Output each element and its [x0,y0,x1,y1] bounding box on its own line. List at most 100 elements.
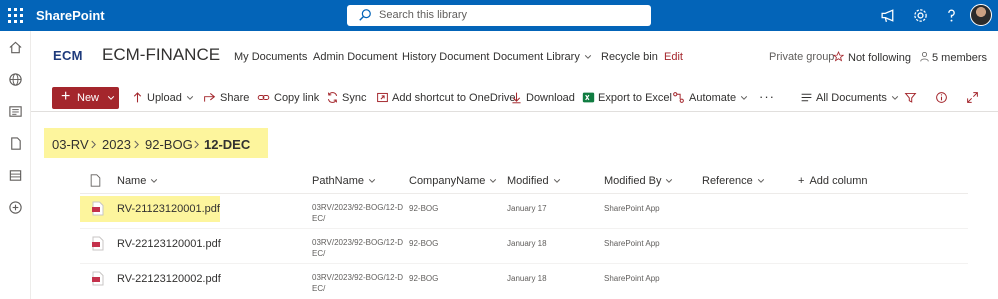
nav-document-library-label: Document Library [493,51,580,63]
file-name-link[interactable]: RV-22123120001.pdf [117,238,221,250]
search-placeholder: Search this library [379,9,468,21]
chevron-down-icon [584,55,591,59]
automate-label: Automate [689,92,737,104]
members-button[interactable]: 5 members [919,51,987,64]
copy-link-button[interactable]: Copy link [274,92,319,104]
nav-admin-document[interactable]: Admin Document [313,51,397,63]
globe-icon[interactable] [8,72,23,87]
nav-my-documents[interactable]: My Documents [234,51,307,63]
chevron-down-icon [740,96,748,100]
add-shortcut-button[interactable]: Add shortcut to OneDrive [392,92,516,104]
file-name-link[interactable]: RV-21123120001.pdf [117,203,220,215]
column-header-label: Modified By [604,175,662,187]
app-name[interactable]: SharePoint [36,8,105,23]
view-selector[interactable]: All Documents [816,92,899,104]
upload-button[interactable]: Upload [147,92,194,104]
info-icon[interactable] [935,91,948,104]
site-title[interactable]: ECM-FINANCE [102,45,220,65]
export-excel-button[interactable]: Export to Excel [598,92,672,104]
site-logo-text: ECM [53,48,83,63]
megaphone-icon[interactable] [880,7,897,24]
new-button[interactable]: + New [52,87,119,109]
link-icon [257,94,270,101]
avatar[interactable] [970,4,992,26]
modified-cell: January 17 [507,204,547,213]
breadcrumb-current: 12-DEC [204,137,251,152]
column-header-modified-by[interactable]: Modified By [604,175,673,187]
nav-recycle-bin[interactable]: Recycle bin [601,51,658,63]
share-button[interactable]: Share [220,92,249,104]
column-header-label: Name [117,175,147,187]
modified-by-cell[interactable]: SharePoint App [604,273,660,284]
follow-label: Not following [848,52,911,64]
view-options-icon [801,93,812,102]
modified-by-cell[interactable]: SharePoint App [604,203,660,214]
share-icon [204,93,216,102]
column-header-label: CompanyName [409,175,486,187]
row-divider [80,263,968,264]
file-icon[interactable] [8,136,23,151]
chevron-down-icon [553,179,560,183]
pathname-cell: 03RV/2023/92-BOG/12-DEC/ [312,238,404,258]
chevron-down-icon [107,96,115,100]
app-launcher-icon[interactable] [6,6,24,24]
column-header-company[interactable]: CompanyName [409,175,497,187]
expand-icon[interactable] [966,91,979,104]
company-cell: 92-BOG [409,239,439,248]
file-name-link[interactable]: RV-22123120002.pdf [117,273,221,285]
download-button[interactable]: Download [526,92,575,104]
upload-label: Upload [147,92,182,104]
nav-document-library[interactable]: Document Library [493,51,592,63]
nav-history-document[interactable]: History Document [402,51,489,63]
file-type-icon[interactable] [90,174,101,187]
modified-cell: January 18 [507,239,547,248]
company-cell: 92-BOG [409,204,439,213]
pathname-cell: 03RV/2023/92-BOG/12-DEC/ [312,203,404,223]
news-icon[interactable] [8,104,23,119]
modified-by-cell[interactable]: SharePoint App [604,238,660,249]
add-column-label: Add column [809,175,868,187]
person-icon [920,51,929,62]
chevron-down-icon [368,179,376,183]
breadcrumb-item[interactable]: 92-BOG [145,137,193,152]
column-header-reference[interactable]: Reference [702,175,765,187]
search-icon [359,9,371,21]
new-label: New [77,92,100,104]
pathname-cell: 03RV/2023/92-BOG/12-DEC/ [312,273,404,293]
list-icon[interactable] [8,168,23,183]
more-actions-button[interactable]: ··· [759,89,775,104]
chevron-down-icon [490,179,497,183]
chevron-down-icon [757,179,764,183]
breadcrumb-item[interactable]: 2023 [102,137,131,152]
upload-icon [133,92,142,103]
download-icon [512,92,521,104]
sync-button[interactable]: Sync [342,92,366,104]
pdf-file-icon [92,271,104,286]
pdf-file-icon [92,201,104,216]
automate-button[interactable]: Automate [689,92,748,104]
help-icon[interactable] [943,7,960,24]
column-header-modified[interactable]: Modified [507,175,561,187]
add-column-button[interactable]: + Add column [798,175,868,187]
breadcrumb-item[interactable]: 03-RV [52,137,89,152]
chevron-down-icon [891,96,899,100]
chevron-down-icon [186,96,193,100]
column-header-label: Modified [507,175,549,187]
home-icon[interactable] [8,40,23,55]
column-header-pathname[interactable]: PathName [312,175,376,187]
chevron-down-icon [151,179,158,183]
create-plus-icon[interactable] [8,200,23,215]
chevron-down-icon [666,179,673,183]
chevron-right-icon [91,140,96,149]
follow-button[interactable]: Not following [832,51,911,64]
nav-edit[interactable]: Edit [664,51,683,63]
sync-icon [327,92,338,103]
filter-icon[interactable] [904,91,917,104]
excel-icon [582,92,595,103]
vertical-scrollbar[interactable] [994,112,998,299]
column-header-name[interactable]: Name [117,175,158,187]
shortcut-icon [377,92,388,103]
site-logo[interactable]: ECM [53,48,83,63]
gear-icon[interactable] [912,7,929,24]
search-input[interactable]: Search this library [347,5,651,26]
